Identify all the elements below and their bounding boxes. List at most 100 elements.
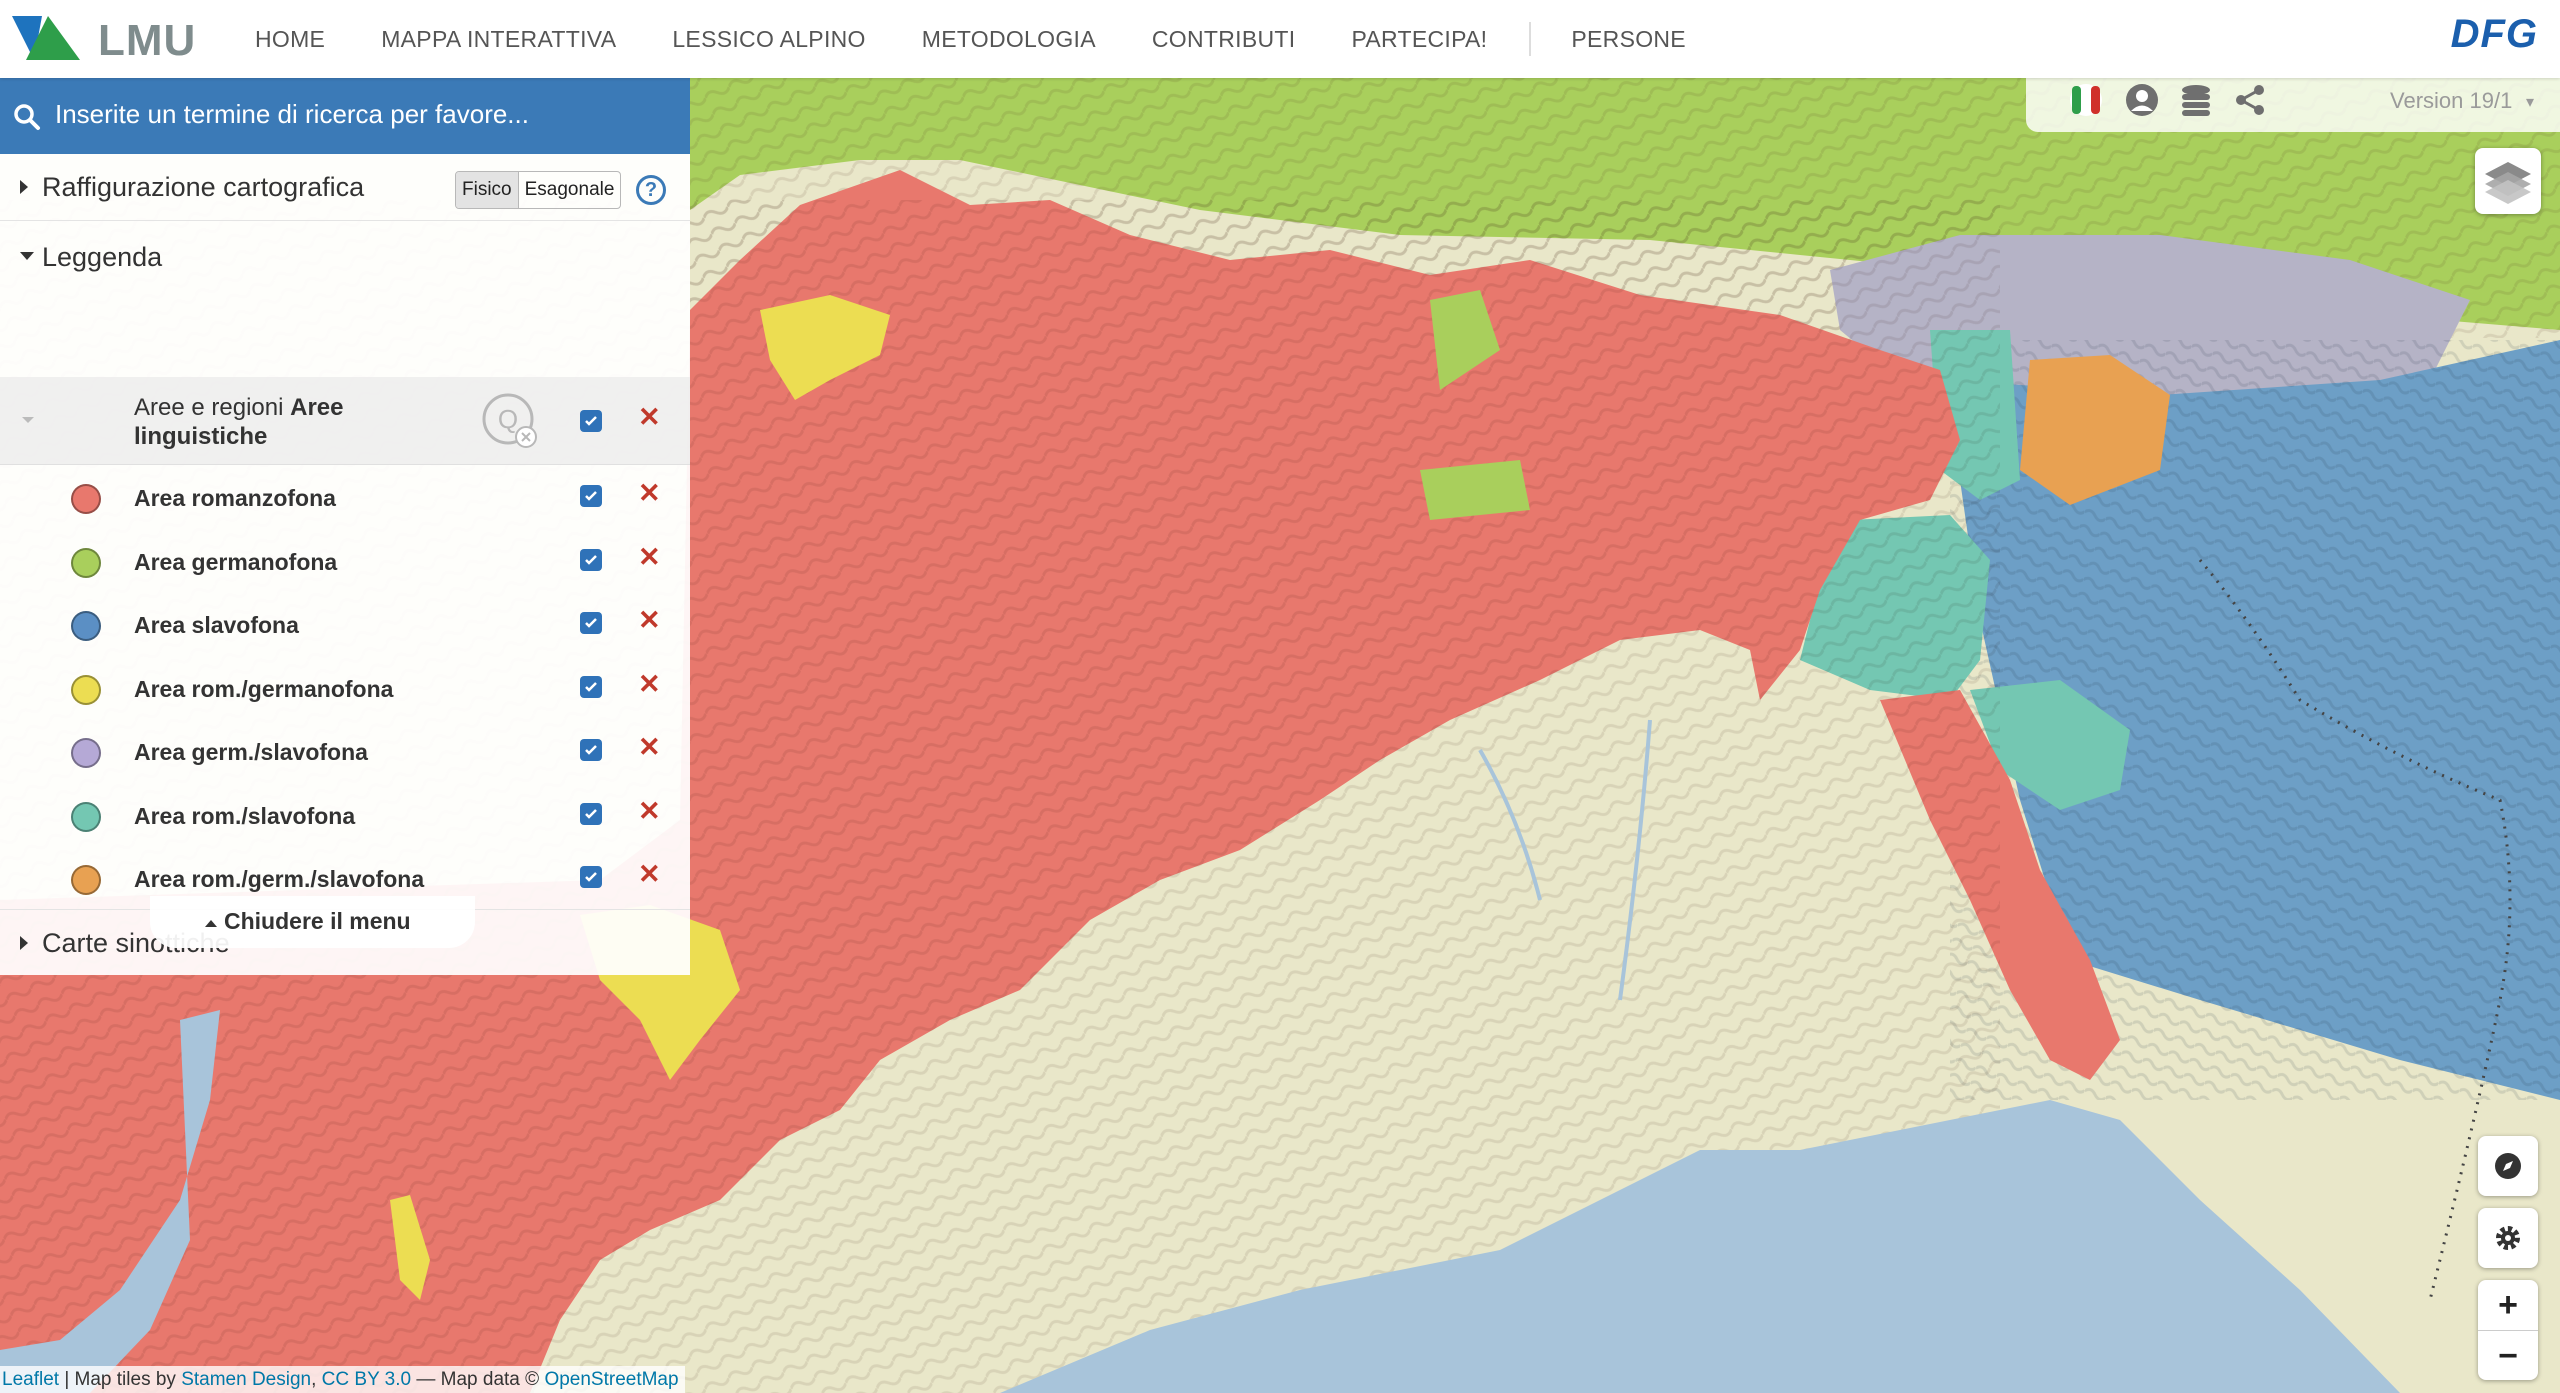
legend-item-checkbox[interactable] bbox=[580, 675, 602, 698]
legend-title: Leggenda bbox=[42, 242, 163, 272]
legend-item: Area germanofona ✕ bbox=[0, 528, 690, 591]
cartography-toggle: Fisico Esagonale bbox=[455, 171, 622, 209]
caret-up-icon bbox=[205, 920, 217, 927]
caret-right-icon bbox=[20, 936, 28, 950]
logo-text: LMU bbox=[98, 16, 197, 65]
legend-item-label: Area rom./germ./slavofona bbox=[134, 866, 425, 892]
cartography-title: Raffigurazione cartografica bbox=[42, 172, 365, 202]
legend-item-remove-button[interactable]: ✕ bbox=[638, 734, 661, 761]
legend-item: Area slavofona ✕ bbox=[0, 591, 690, 654]
group-remove-button[interactable]: ✕ bbox=[638, 404, 661, 431]
nav-alpine-lexicon[interactable]: LESSICO ALPINO bbox=[672, 26, 865, 53]
legend-item: Area germ./slavofona ✕ bbox=[0, 718, 690, 781]
legend-group-label: Aree e regioni Aree linguistiche bbox=[134, 393, 364, 451]
legend-item-checkbox[interactable] bbox=[580, 485, 602, 507]
help-icon[interactable]: ? bbox=[636, 175, 666, 205]
legend-item: Area rom./slavofona ✕ bbox=[0, 782, 690, 845]
leaflet-link[interactable]: Leaflet bbox=[2, 1369, 59, 1390]
nav-contributions[interactable]: CONTRIBUTI bbox=[1152, 26, 1296, 53]
map-attribution: Leaflet | Map tiles by Stamen Design, CC… bbox=[0, 1366, 685, 1393]
close-menu-label: Chiudere il menu bbox=[224, 908, 411, 934]
compass-button[interactable] bbox=[2478, 1136, 2538, 1196]
nav-participate[interactable]: PARTECIPA! bbox=[1351, 26, 1487, 53]
legend-item: Area romanzofona ✕ bbox=[0, 464, 690, 527]
legend-item-label: Area germ./slavofona bbox=[134, 739, 368, 765]
legend-item-checkbox[interactable] bbox=[580, 612, 602, 634]
license-link[interactable]: CC BY 3.0 bbox=[322, 1369, 411, 1390]
user-icon[interactable] bbox=[2124, 82, 2160, 118]
caret-down-icon bbox=[20, 252, 34, 260]
legend-color-swatch bbox=[71, 865, 101, 895]
legend-color-swatch bbox=[71, 484, 101, 514]
layers-button[interactable] bbox=[2475, 148, 2541, 214]
chevron-down-icon: ▾ bbox=[2526, 94, 2535, 111]
zoom-control: + − bbox=[2478, 1280, 2538, 1380]
legend-item-label: Area slavofona bbox=[134, 612, 299, 638]
legend-item-checkbox[interactable] bbox=[580, 548, 602, 571]
nav-interactive-map[interactable]: MAPPA INTERATTIVA bbox=[381, 26, 616, 53]
option-hexagonal[interactable]: Esagonale bbox=[519, 172, 621, 208]
attribution-comma: , bbox=[311, 1369, 322, 1390]
legend-item-checkbox[interactable] bbox=[580, 866, 602, 888]
germanophone-patch-1 bbox=[1420, 460, 1530, 520]
legend-section[interactable]: Leggenda bbox=[0, 220, 690, 300]
legend-color-swatch bbox=[71, 547, 101, 578]
settings-button[interactable] bbox=[2478, 1208, 2538, 1268]
search-input[interactable]: Inserite un termine di ricerca per favor… bbox=[55, 99, 529, 130]
search-icon bbox=[14, 104, 40, 130]
caret-right-icon bbox=[20, 180, 28, 194]
group-prefix: Aree e regioni bbox=[134, 394, 284, 421]
legend-item-checkbox[interactable] bbox=[580, 802, 602, 825]
nav-methodology[interactable]: METODOLOGIA bbox=[922, 26, 1096, 53]
svg-text:Q: Q bbox=[498, 404, 518, 434]
legend-item: Area rom./germanofona ✕ bbox=[0, 655, 690, 718]
legend-item-remove-button[interactable]: ✕ bbox=[638, 543, 661, 571]
map-toolbar: Version 19/1 ▾ bbox=[2026, 72, 2560, 132]
zoom-out-button[interactable]: − bbox=[2478, 1331, 2538, 1381]
legend-item-remove-button[interactable]: ✕ bbox=[638, 861, 661, 888]
legend-item-remove-button[interactable]: ✕ bbox=[638, 670, 661, 698]
database-icon[interactable] bbox=[2178, 82, 2214, 118]
compass-icon bbox=[2495, 1153, 2521, 1179]
main-nav: HOME MAPPA INTERATTIVA LESSICO ALPINO ME… bbox=[255, 0, 1742, 78]
osm-link[interactable]: OpenStreetMap bbox=[544, 1369, 678, 1390]
left-panel: Inserite un termine di ricerca per favor… bbox=[0, 78, 690, 975]
legend-item-label: Area romanzofona bbox=[134, 485, 336, 511]
legend-item-label: Area rom./germanofona bbox=[134, 675, 394, 702]
share-icon[interactable] bbox=[2232, 82, 2268, 118]
legend-group-linguistic-areas: Aree e regioni Aree linguistiche Q ✕ bbox=[0, 377, 690, 465]
legend-item-checkbox[interactable] bbox=[580, 739, 602, 761]
italian-flag-icon[interactable] bbox=[2068, 82, 2104, 118]
zoom-in-button[interactable]: + bbox=[2478, 1280, 2538, 1331]
quantify-icon[interactable]: Q bbox=[482, 393, 540, 451]
legend-color-swatch bbox=[71, 738, 101, 768]
nav-divider bbox=[1529, 22, 1532, 56]
legend-item-remove-button[interactable]: ✕ bbox=[638, 797, 661, 825]
chevron-down-icon[interactable] bbox=[20, 415, 36, 425]
option-physical[interactable]: Fisico bbox=[456, 172, 519, 208]
legend-item-label: Area germanofona bbox=[134, 548, 338, 575]
legend-item-label: Area rom./slavofona bbox=[134, 802, 356, 829]
panel-body: Raffigurazione cartografica Fisico Esago… bbox=[0, 154, 690, 975]
legend-color-swatch bbox=[71, 611, 101, 641]
attribution-text-2: — Map data © bbox=[411, 1369, 545, 1390]
legend-item-remove-button[interactable]: ✕ bbox=[638, 607, 661, 634]
gear-icon bbox=[2496, 1226, 2520, 1250]
top-navigation-bar: LMU HOME MAPPA INTERATTIVA LESSICO ALPIN… bbox=[0, 0, 2560, 78]
nav-home[interactable]: HOME bbox=[255, 26, 325, 53]
stamen-link[interactable]: Stamen Design bbox=[181, 1369, 311, 1390]
layers-icon bbox=[2485, 162, 2531, 204]
attribution-text-1: | Map tiles by bbox=[59, 1369, 182, 1390]
dfg-logo[interactable]: DFG bbox=[2451, 12, 2538, 57]
version-select[interactable]: Version 19/1 bbox=[2390, 88, 2512, 114]
legend-color-swatch bbox=[71, 801, 101, 832]
group-visible-checkbox[interactable] bbox=[580, 410, 602, 432]
close-menu-button[interactable]: Chiudere il menu bbox=[150, 896, 475, 948]
cartography-section[interactable]: Raffigurazione cartografica Fisico Esago… bbox=[0, 154, 690, 221]
lmu-logo[interactable]: LMU bbox=[12, 10, 202, 65]
nav-people[interactable]: PERSONE bbox=[1571, 26, 1686, 53]
legend-color-swatch bbox=[71, 674, 101, 705]
logo-triangle-icon bbox=[12, 16, 80, 60]
search-bar[interactable]: Inserite un termine di ricerca per favor… bbox=[0, 78, 690, 154]
legend-item-remove-button[interactable]: ✕ bbox=[638, 480, 661, 507]
